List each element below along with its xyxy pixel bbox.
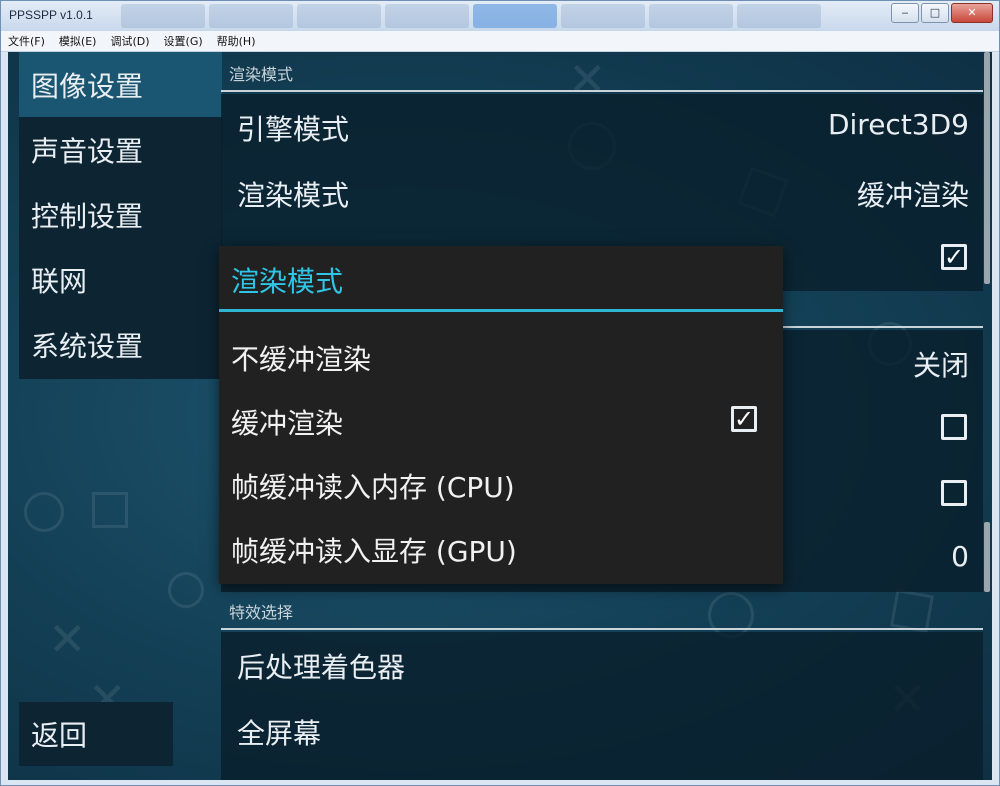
checkbox-checked-icon[interactable]: ✓ [941, 244, 967, 270]
blurred-tab [561, 4, 645, 28]
cross-symbol-icon: ✕ [48, 612, 87, 666]
blurred-tab [649, 4, 733, 28]
setting-value: 0 [951, 540, 969, 573]
close-button[interactable]: ✕ [951, 3, 993, 23]
option-label: 帧缓冲读入显存 (GPU) [231, 535, 517, 568]
menu-file[interactable]: 文件(F) [1, 31, 52, 51]
setting-label: 全屏幕 [237, 717, 322, 750]
option-label: 不缓冲渲染 [231, 343, 372, 376]
blurred-tab [297, 4, 381, 28]
setting-row-postprocess[interactable]: 后处理着色器 [221, 632, 983, 698]
circle-symbol-icon [168, 572, 204, 608]
settings-scrollbar[interactable] [984, 52, 990, 284]
section-header-render: 渲染模式 [221, 56, 983, 92]
menu-help[interactable]: 帮助(H) [210, 31, 263, 51]
checkbox-checked-icon[interactable]: ✓ [731, 406, 757, 432]
option-label: 帧缓冲读入内存 (CPU) [231, 471, 515, 504]
sidebar-item-controls[interactable]: 控制设置 [19, 182, 222, 247]
setting-row-fullscreen[interactable]: 全屏幕 [221, 698, 983, 764]
setting-label: 引擎模式 [237, 113, 350, 146]
window-controls: ‒ □ ✕ [891, 3, 993, 23]
setting-label: 渲染模式 [237, 179, 350, 212]
blurred-tab [385, 4, 469, 28]
settings-scrollbar-lower[interactable] [984, 522, 990, 592]
blurred-tab [209, 4, 293, 28]
checkbox-unchecked-icon[interactable] [941, 480, 967, 506]
sidebar-item-system[interactable]: 系统设置 [19, 312, 222, 377]
background-taskbar-reflection [121, 4, 821, 28]
section-header-effects: 特效选择 [221, 594, 983, 630]
sidebar-item-audio[interactable]: 声音设置 [19, 117, 222, 182]
dialog-option-buffered[interactable]: 缓冲渲染 ✓ [219, 388, 783, 452]
option-label: 缓冲渲染 [231, 407, 344, 440]
checkbox-unchecked-icon[interactable] [941, 414, 967, 440]
blurred-tab [121, 4, 205, 28]
setting-value: 关闭 [912, 349, 969, 382]
menu-settings[interactable]: 设置(G) [157, 31, 210, 51]
setting-value: 缓冲渲染 [856, 179, 969, 212]
dialog-title: 渲染模式 [231, 265, 344, 298]
blurred-tab [737, 4, 821, 28]
dialog-option-gpu-readback[interactable]: 帧缓冲读入显存 (GPU) [219, 516, 783, 580]
render-mode-dialog: 渲染模式 不缓冲渲染 缓冲渲染 ✓ 帧缓冲读入内存 (CPU) 帧缓冲读入显存 … [219, 246, 783, 584]
settings-sidebar: 图像设置 声音设置 控制设置 联网 系统设置 [19, 52, 222, 379]
dialog-divider [219, 309, 783, 312]
window-title: PPSSPP v1.0.1 [9, 8, 93, 22]
blurred-tab [473, 4, 557, 28]
minimize-button[interactable]: ‒ [891, 3, 919, 23]
title-bar[interactable]: PPSSPP v1.0.1 ‒ □ ✕ [1, 1, 999, 31]
effects-settings-panel: 后处理着色器 全屏幕 [221, 632, 983, 780]
menu-emulation[interactable]: 模拟(E) [52, 31, 104, 51]
dialog-option-no-buffer[interactable]: 不缓冲渲染 [219, 324, 783, 388]
setting-row-engine[interactable]: 引擎模式 Direct3D9 [221, 94, 983, 160]
app-window: PPSSPP v1.0.1 ‒ □ ✕ 文件(F) 模拟(E) 调试(D) 设置… [0, 0, 1000, 786]
dialog-option-cpu-readback[interactable]: 帧缓冲读入内存 (CPU) [219, 452, 783, 516]
maximize-button[interactable]: □ [921, 3, 949, 23]
menu-debug[interactable]: 调试(D) [103, 31, 156, 51]
circle-symbol-icon [24, 492, 64, 532]
sidebar-item-graphics[interactable]: 图像设置 [19, 52, 222, 117]
setting-label: 后处理着色器 [237, 651, 406, 684]
back-button[interactable]: 返回 [19, 702, 173, 766]
sidebar-item-networking[interactable]: 联网 [19, 247, 222, 312]
setting-row-render-mode[interactable]: 渲染模式 缓冲渲染 [221, 160, 983, 226]
menu-bar: 文件(F) 模拟(E) 调试(D) 设置(G) 帮助(H) [1, 31, 999, 52]
square-symbol-icon [92, 492, 128, 528]
ppsspp-settings-screen: ✕ ✕ ✕ ✕ 图像设置 声音设置 控制设置 联网 系统设置 返回 渲染模式 引… [8, 52, 992, 780]
setting-value: Direct3D9 [827, 108, 969, 141]
